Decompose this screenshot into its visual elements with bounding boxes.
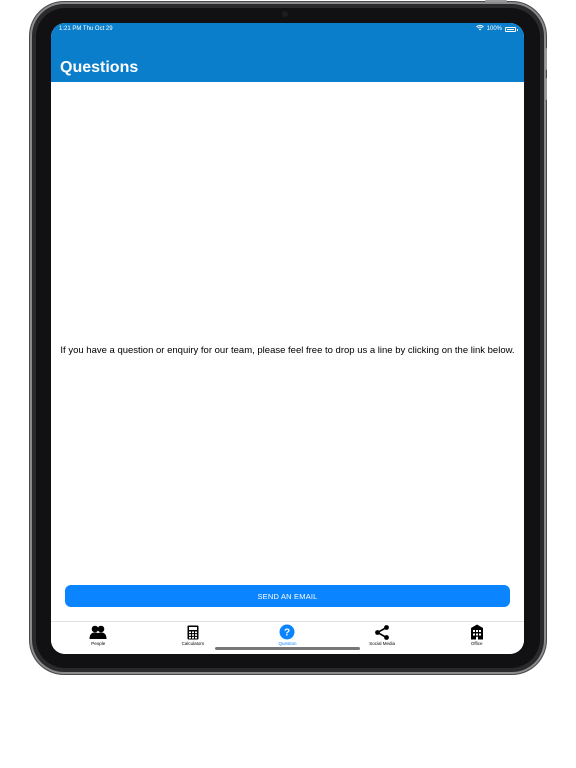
navigation-header: 1:21 PM Thu Oct 29 100% Questions xyxy=(51,23,524,82)
enquiry-message: If you have a question or enquiry for ou… xyxy=(60,345,515,356)
tab-label-social-media: Social Media xyxy=(369,641,395,646)
app-screen: 1:21 PM Thu Oct 29 100% Questions If you… xyxy=(51,23,524,654)
tab-label-question: Question xyxy=(278,641,297,646)
share-icon xyxy=(373,624,391,640)
tab-people[interactable]: People xyxy=(51,622,146,654)
tab-office[interactable]: Office xyxy=(429,622,524,654)
office-building-icon xyxy=(468,624,486,640)
tab-label-office: Office xyxy=(470,641,483,646)
people-icon xyxy=(89,624,107,640)
battery-percent: 100% xyxy=(486,26,502,32)
top-button xyxy=(485,0,507,2)
status-time: 1:21 PM Thu Oct 29 xyxy=(59,26,113,32)
tab-label-calculators: Calculators xyxy=(181,641,205,646)
volume-up-button xyxy=(545,48,547,70)
front-camera xyxy=(282,11,288,17)
home-indicator[interactable] xyxy=(215,647,360,650)
tab-label-people: People xyxy=(91,641,106,646)
wifi-icon xyxy=(475,25,484,33)
volume-down-button xyxy=(545,78,547,100)
page-title: Questions xyxy=(60,59,139,76)
status-indicators: 100% xyxy=(475,25,518,33)
svg-text:?: ? xyxy=(284,628,290,639)
question-icon: ? xyxy=(278,624,296,640)
calculator-icon xyxy=(184,624,202,640)
canvas: 1:21 PM Thu Oct 29 100% Questions If you… xyxy=(0,0,576,768)
send-email-button[interactable]: SEND AN EMAIL xyxy=(65,585,510,607)
battery-icon xyxy=(505,26,518,32)
